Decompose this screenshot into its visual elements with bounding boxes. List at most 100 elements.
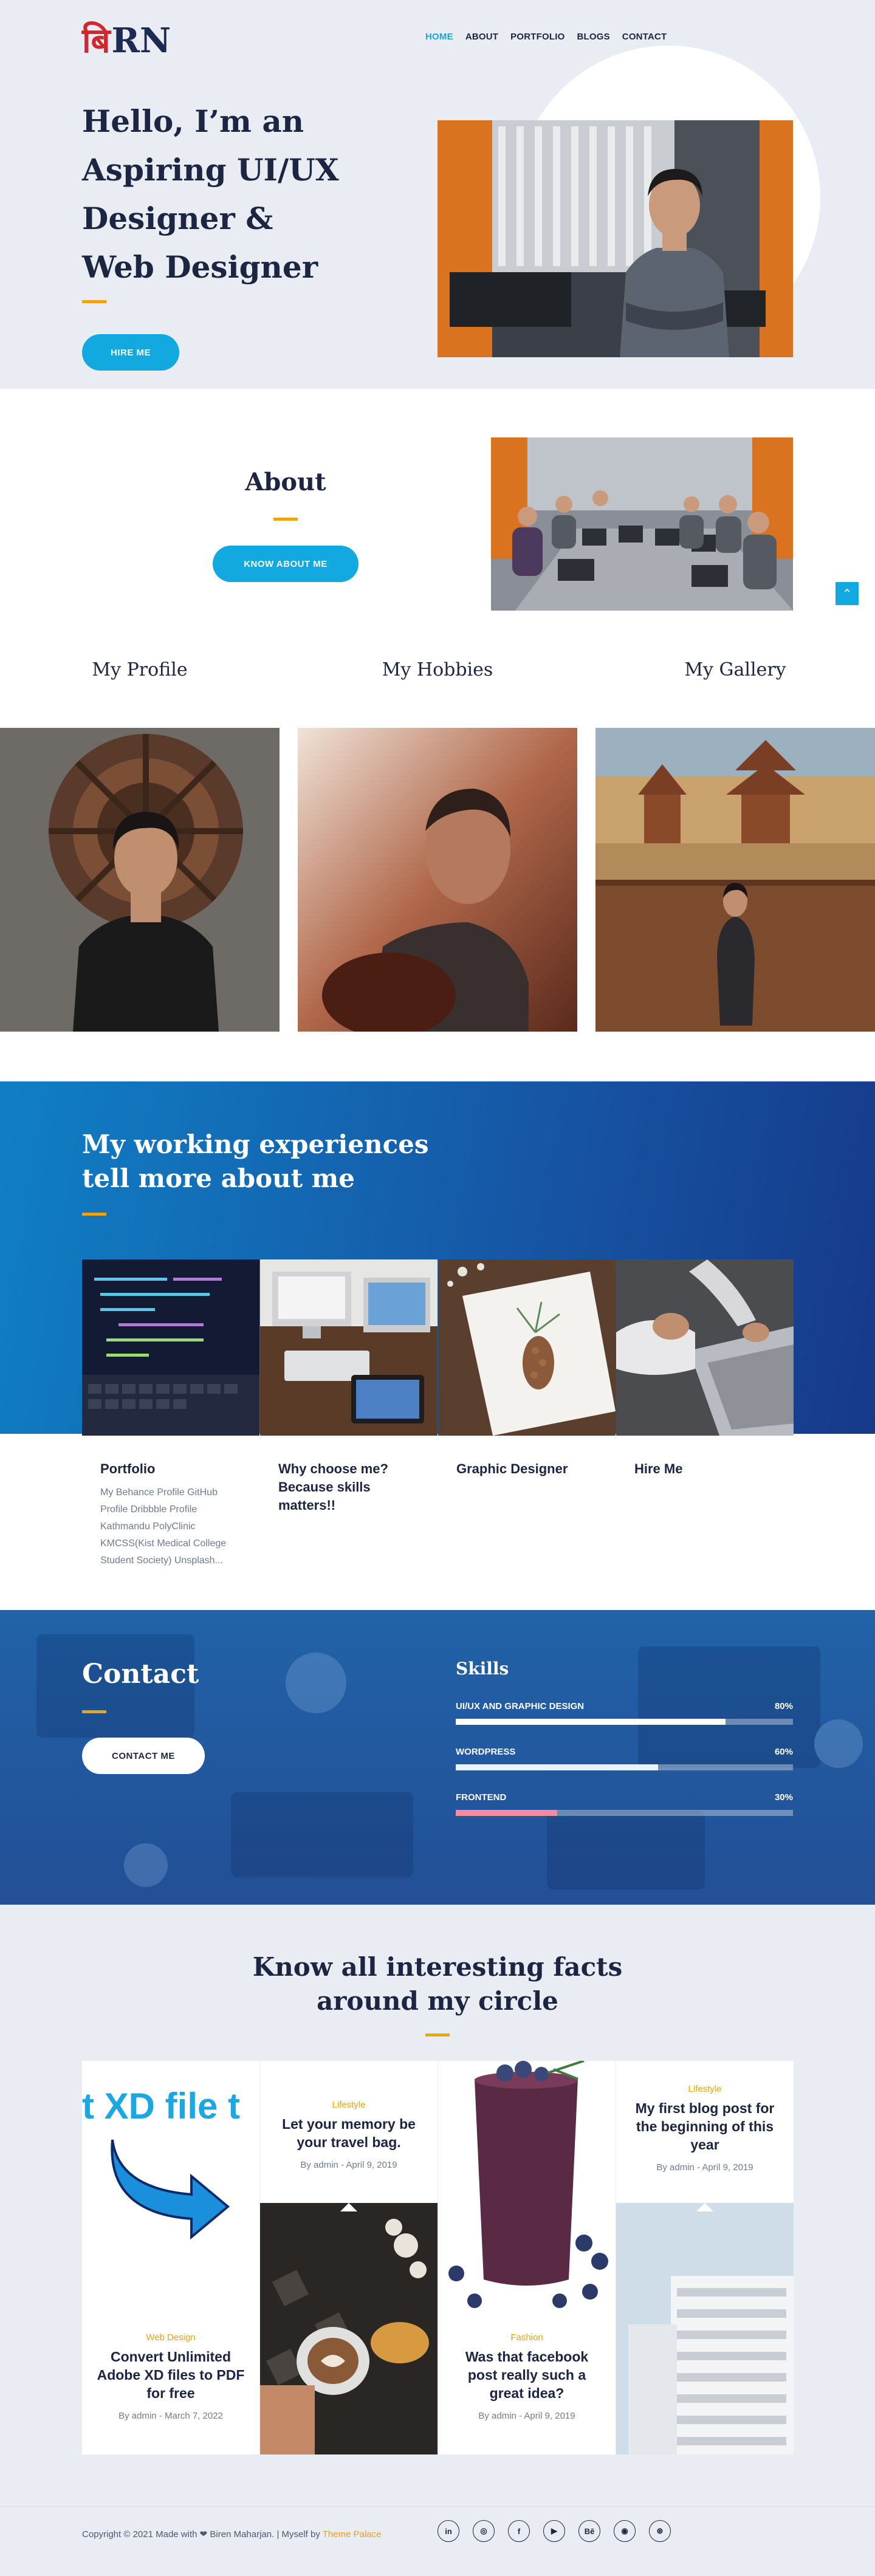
code-screen-thumb bbox=[82, 1259, 259, 1436]
hobbies-photo[interactable] bbox=[298, 728, 577, 1032]
blog-category[interactable]: Web Design bbox=[82, 2332, 259, 2343]
skill-bar-track bbox=[456, 1810, 793, 1816]
contact-me-button[interactable]: CONTACT ME bbox=[82, 1738, 205, 1774]
experience-card-title: Portfolio bbox=[100, 1461, 156, 1476]
experience-title-line1: My working experiences bbox=[82, 1129, 429, 1159]
blog-card-first-post[interactable]: Lifestyle My first blog post for the beg… bbox=[616, 2061, 794, 2454]
logo-latin: RN bbox=[111, 21, 171, 61]
contact-section: Contact CONTACT ME Skills UI/UX AND GRAP… bbox=[0, 1610, 875, 1905]
nav-about[interactable]: ABOUT bbox=[465, 32, 498, 42]
blog-card-facebook-post[interactable]: Fashion Was that facebook post really su… bbox=[438, 2061, 616, 2454]
site-footer: Copyright © 2021 Made with ❤ Biren Mahar… bbox=[0, 2506, 875, 2576]
blog-image-text: t XD file t bbox=[82, 2086, 241, 2126]
facebook-icon[interactable]: f bbox=[508, 2520, 530, 2542]
experience-card-title: Graphic Designer bbox=[456, 1461, 568, 1476]
site-logo[interactable]: बि RN bbox=[82, 19, 171, 62]
gallery-photo[interactable] bbox=[595, 728, 875, 1032]
skill-bar-fill bbox=[456, 1719, 726, 1725]
hero-section: बि RN HOME ABOUT PORTFOLIO BLOGS CONTACT… bbox=[0, 0, 875, 389]
know-about-me-button[interactable]: KNOW ABOUT ME bbox=[213, 546, 359, 582]
experience-title: My working experiences tell more about m… bbox=[82, 1128, 507, 1196]
blog-title[interactable]: Was that facebook post really such a gre… bbox=[438, 2348, 616, 2402]
facts-title: Know all interesting facts around my cir… bbox=[225, 1950, 650, 2018]
skill-percent: 30% bbox=[774, 1792, 793, 1803]
desk-setup-thumb bbox=[260, 1259, 437, 1436]
blog-card-image: t XD file t bbox=[82, 2085, 259, 2243]
nav-blogs[interactable]: BLOGS bbox=[577, 32, 609, 42]
skill-bar-fill bbox=[456, 1764, 658, 1770]
youtube-icon[interactable]: ▶ bbox=[543, 2520, 565, 2542]
skill-bar-fill bbox=[456, 1810, 557, 1816]
scroll-to-top-button[interactable]: ⌃ bbox=[836, 582, 859, 605]
laptop-handshake-thumb bbox=[616, 1259, 794, 1436]
logo-devanagari: बि bbox=[82, 21, 111, 61]
hero-title: Hello, I’m an Aspiring UI/UX Designer & … bbox=[82, 103, 339, 285]
facts-accent-bar bbox=[425, 2033, 450, 2036]
experience-accent-bar bbox=[82, 1213, 106, 1216]
behance-icon[interactable]: Bē bbox=[578, 2520, 600, 2542]
tab-my-profile[interactable]: My Profile bbox=[49, 659, 231, 680]
experience-card-title: Why choose me? Because skills matters!! bbox=[278, 1461, 388, 1513]
experience-title-line2: tell more about me bbox=[82, 1163, 355, 1193]
skill-percent: 80% bbox=[774, 1701, 793, 1711]
blog-card-image bbox=[260, 2203, 437, 2454]
blog-meta: By admin - March 7, 2022 bbox=[118, 2411, 223, 2421]
github-icon[interactable]: ◎ bbox=[473, 2520, 495, 2542]
hire-me-button[interactable]: HIRE ME bbox=[82, 334, 179, 371]
about-section: About KNOW ABOUT ME ⌃ My Profile My Hobb… bbox=[0, 389, 875, 1081]
contact-title: Contact bbox=[82, 1659, 199, 1690]
blog-title[interactable]: My first blog post for the beginning of … bbox=[616, 2099, 794, 2154]
copyright-line: Copyright © 2021 Made with ❤ Biren Mahar… bbox=[82, 2529, 320, 2540]
chevron-up-icon: ⌃ bbox=[842, 587, 853, 601]
skill-percent: 60% bbox=[774, 1747, 793, 1757]
blog-category[interactable]: Fashion bbox=[438, 2332, 616, 2343]
illustration-thumb bbox=[438, 1259, 616, 1436]
skill-wordpress: WORDPRESS 60% bbox=[456, 1747, 793, 1770]
nav-contact[interactable]: CONTACT bbox=[622, 32, 667, 42]
experience-card-hire-me[interactable]: Hire Me bbox=[616, 1259, 794, 1612]
copyright-text: Copyright © 2021 Made with ❤ Biren Mahar… bbox=[82, 2529, 381, 2540]
blog-card-travel-bag[interactable]: Lifestyle Let your memory be your travel… bbox=[260, 2061, 437, 2454]
skill-name: WORDPRESS bbox=[456, 1747, 516, 1757]
blog-category[interactable]: Lifestyle bbox=[616, 2084, 794, 2094]
skills-title: Skills bbox=[456, 1659, 509, 1679]
blog-meta: By admin - April 9, 2019 bbox=[656, 2162, 753, 2173]
contact-accent-bar bbox=[82, 1710, 106, 1713]
blog-meta: By admin - April 9, 2019 bbox=[478, 2411, 575, 2421]
nav-home[interactable]: HOME bbox=[425, 32, 453, 42]
about-accent-bar bbox=[273, 518, 298, 521]
experience-card-why-choose-me[interactable]: Why choose me? Because skills matters!! bbox=[260, 1259, 437, 1612]
about-office-photo bbox=[491, 437, 793, 611]
blog-meta: By admin - April 9, 2019 bbox=[300, 2160, 397, 2170]
facts-section: Know all interesting facts around my cir… bbox=[0, 1905, 875, 2506]
theme-palace-link[interactable]: Theme Palace bbox=[323, 2529, 382, 2540]
blog-title[interactable]: Convert Unlimited Adobe XD files to PDF … bbox=[82, 2348, 259, 2402]
blog-card-xd-to-pdf[interactable]: t XD file t Web Design Convert Unlimited… bbox=[82, 2061, 259, 2454]
dribbble-icon[interactable]: ⊛ bbox=[649, 2520, 671, 2542]
nav-portfolio[interactable]: PORTFOLIO bbox=[510, 32, 564, 42]
facts-title-line2: around my circle bbox=[317, 1986, 558, 2016]
experience-card-graphic-designer[interactable]: Graphic Designer bbox=[438, 1259, 616, 1612]
blog-card-image bbox=[616, 2203, 794, 2454]
linkedin-icon[interactable]: in bbox=[437, 2520, 459, 2542]
main-nav: HOME ABOUT PORTFOLIO BLOGS CONTACT bbox=[425, 32, 667, 42]
skill-bar-track bbox=[456, 1719, 793, 1725]
profile-photo[interactable] bbox=[0, 728, 280, 1032]
social-links: in ◎ f ▶ Bē ◉ ⊛ bbox=[437, 2520, 671, 2542]
hero-portrait-photo bbox=[437, 120, 793, 357]
tab-my-gallery[interactable]: My Gallery bbox=[644, 659, 826, 680]
blog-card-image bbox=[438, 2061, 616, 2312]
skill-frontend: FRONTEND 30% bbox=[456, 1792, 793, 1816]
skill-name: FRONTEND bbox=[456, 1792, 507, 1803]
skill-bar-track bbox=[456, 1764, 793, 1770]
instagram-icon[interactable]: ◉ bbox=[614, 2520, 636, 2542]
blog-title[interactable]: Let your memory be your travel bag. bbox=[260, 2115, 437, 2151]
skill-name: UI/UX AND GRAPHIC DESIGN bbox=[456, 1701, 585, 1711]
blog-category[interactable]: Lifestyle bbox=[260, 2100, 437, 2110]
skill-uiux: UI/UX AND GRAPHIC DESIGN 80% bbox=[456, 1701, 793, 1725]
experience-card-description: My Behance Profile GitHub Profile Dribbb… bbox=[100, 1487, 227, 1566]
tab-my-hobbies[interactable]: My Hobbies bbox=[346, 659, 529, 680]
about-title: About bbox=[245, 468, 326, 496]
hero-accent-bar bbox=[82, 300, 106, 303]
experience-card-portfolio[interactable]: Portfolio My Behance Profile GitHub Prof… bbox=[82, 1259, 259, 1612]
